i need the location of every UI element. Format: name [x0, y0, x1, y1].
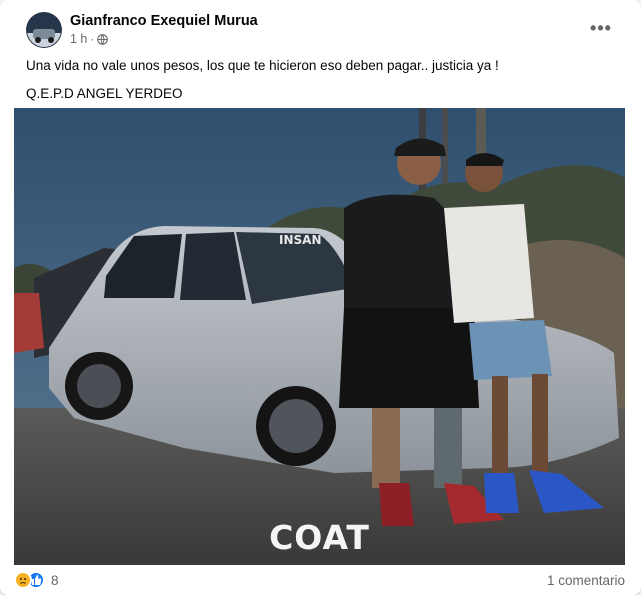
windshield-text: INSAN — [279, 233, 321, 247]
photo-watermark: COAT — [269, 518, 370, 557]
author-avatar[interactable] — [26, 12, 62, 48]
meta-separator: · — [90, 32, 95, 46]
post-photo[interactable]: INSAN COAT — [14, 108, 625, 565]
reaction-count: 8 — [51, 572, 59, 588]
comment-count-link[interactable]: 1 comentario — [547, 573, 625, 588]
post-text-line: Q.E.P.D ANGEL YERDEO — [26, 86, 183, 102]
post-card: Gianfranco Exequiel Murua 1 h · ••• Una … — [0, 0, 641, 595]
post-footer: 8 1 comentario — [14, 568, 627, 592]
globe-icon — [97, 33, 109, 45]
post-time[interactable]: 1 h — [70, 32, 87, 46]
photo-scene: INSAN — [14, 108, 625, 565]
post-text-line: Una vida no vale unos pesos, los que te … — [26, 58, 499, 73]
post-meta: 1 h · — [70, 32, 109, 46]
post-text: Una vida no vale unos pesos, los que te … — [26, 56, 625, 113]
sad-reaction-icon — [14, 571, 32, 589]
author-name[interactable]: Gianfranco Exequiel Murua — [70, 13, 258, 29]
post-header: Gianfranco Exequiel Murua 1 h · ••• — [14, 12, 627, 52]
reactions-summary[interactable]: 8 — [14, 571, 59, 589]
more-options-icon[interactable]: ••• — [587, 16, 615, 40]
